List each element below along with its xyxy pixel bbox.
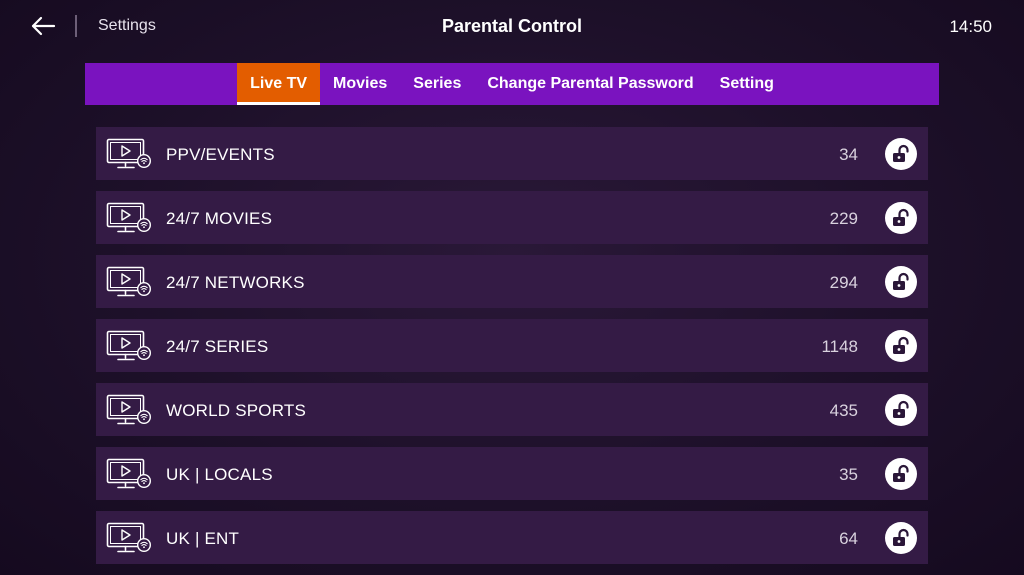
tab-bar: Live TV Movies Series Change Parental Pa…: [85, 63, 939, 105]
lock-toggle-button[interactable]: [885, 202, 917, 234]
unlock-icon: [893, 336, 909, 354]
live-tv-icon: [106, 458, 152, 489]
top-bar: Settings Parental Control 14:50: [0, 0, 1024, 54]
unlock-icon: [893, 272, 909, 290]
unlock-icon: [893, 528, 909, 546]
channel-count: 435: [829, 401, 858, 420]
tab-live-tv[interactable]: Live TV: [237, 63, 321, 105]
live-tv-icon: [106, 394, 152, 425]
category-row[interactable]: 24/7 MOVIES 229: [96, 191, 928, 244]
clock: 14:50: [949, 17, 992, 36]
channel-count: 294: [829, 273, 858, 292]
unlock-icon: [893, 208, 909, 226]
category-row[interactable]: 24/7 SERIES 1148: [96, 319, 928, 372]
category-name: PPV/EVENTS: [166, 145, 275, 164]
channel-count: 1148: [821, 337, 858, 356]
lock-toggle-button[interactable]: [885, 266, 917, 298]
category-name: UK | LOCALS: [166, 465, 273, 484]
unlock-icon: [893, 464, 909, 482]
channel-count: 64: [839, 529, 858, 548]
lock-toggle-button[interactable]: [885, 522, 917, 554]
category-name: 24/7 NETWORKS: [166, 273, 305, 292]
live-tv-icon: [106, 330, 152, 361]
live-tv-icon: [106, 266, 152, 297]
lock-toggle-button[interactable]: [885, 458, 917, 490]
category-name: WORLD SPORTS: [166, 401, 306, 420]
page-title: Parental Control: [441, 16, 583, 36]
lock-toggle-button[interactable]: [885, 394, 917, 426]
category-list: PPV/EVENTS 34 24/7 MOVIES 229 24/7 NETWO…: [96, 127, 928, 575]
unlock-icon: [893, 144, 909, 162]
live-tv-icon: [106, 202, 152, 233]
tab-setting[interactable]: Setting: [707, 63, 787, 105]
channel-count: 34: [839, 145, 858, 164]
category-name: UK | ENT: [166, 529, 240, 548]
category-row[interactable]: WORLD SPORTS 435: [96, 383, 928, 436]
category-row[interactable]: 24/7 NETWORKS 294: [96, 255, 928, 308]
tab-change-parental-password[interactable]: Change Parental Password: [474, 63, 706, 105]
tab-series[interactable]: Series: [400, 63, 474, 105]
category-name: 24/7 MOVIES: [166, 209, 273, 228]
lock-toggle-button[interactable]: [885, 138, 917, 170]
channel-count: 35: [839, 465, 858, 484]
live-tv-icon: [106, 138, 152, 169]
tab-movies[interactable]: Movies: [320, 63, 400, 105]
category-row[interactable]: UK | LOCALS 35: [96, 447, 928, 500]
live-tv-icon: [106, 522, 152, 553]
unlock-icon: [893, 400, 909, 418]
channel-count: 229: [829, 209, 858, 228]
category-row[interactable]: PPV/EVENTS 34: [96, 127, 928, 180]
lock-toggle-button[interactable]: [885, 330, 917, 362]
category-row[interactable]: UK | ENT 64: [96, 511, 928, 564]
category-name: 24/7 SERIES: [166, 337, 269, 356]
